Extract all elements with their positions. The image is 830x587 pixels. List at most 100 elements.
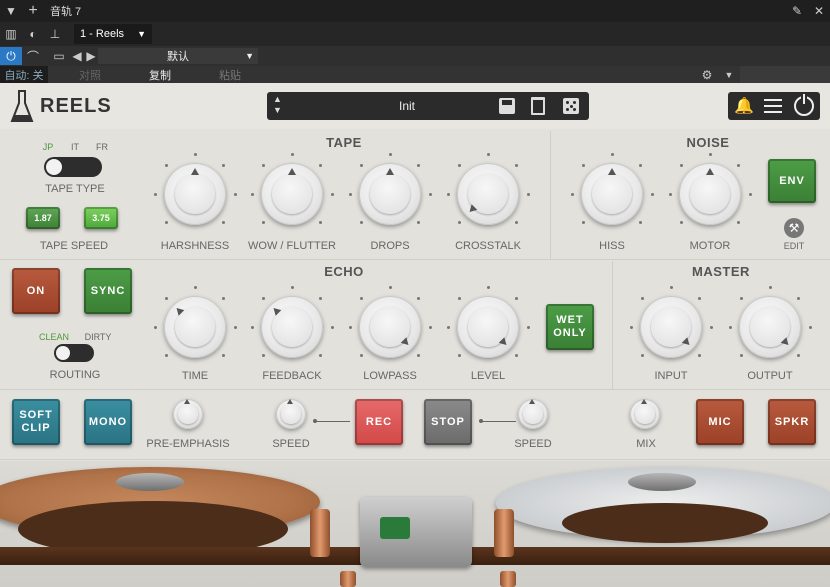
mix-knob[interactable] [630,399,660,429]
section-title-master: MASTER [692,264,750,279]
knob-pointer [706,167,714,175]
knob-pointer [641,399,647,405]
preset-slot-select[interactable]: 1 - Reels ▼ [74,24,152,44]
wrench-icon[interactable]: ⚒ [784,218,804,238]
knob-scale-dot [193,152,197,156]
time-knob[interactable] [164,296,226,358]
switch-thumb [46,159,62,175]
rec-button[interactable]: REC [355,399,403,445]
tape-speed-label: TAPE SPEED [39,240,109,252]
preset-default-label: 默认 [167,51,189,63]
chevron-down-icon[interactable]: ▼ [718,66,740,84]
monitor-icon[interactable]: ⌒ [22,47,44,65]
mic-button[interactable]: MIC [696,399,744,445]
knob-scale-dot [708,152,712,156]
soft-clip-button[interactable]: SOFT CLIP [12,399,60,445]
transport-dot [479,419,483,423]
routing-option-clean[interactable]: CLEAN [32,332,76,342]
routing-icon[interactable]: ⊥ [44,25,66,43]
stop-button[interactable]: STOP [424,399,472,445]
bell-icon[interactable]: 🔔 [734,96,754,116]
knob-scale-dot [446,325,450,329]
harshness-knob[interactable] [164,163,226,225]
mono-button[interactable]: MONO [84,399,132,445]
auto-button[interactable]: 自动: 关 [0,66,48,83]
compare-button[interactable]: 对照 [48,66,132,83]
preset-up-down-icon[interactable]: ▲ ▼ [273,94,282,116]
pre-emphasis-knob[interactable] [173,399,203,429]
bars-icon[interactable]: ▥ [0,25,22,43]
chevron-down-icon: ▼ [137,29,146,39]
input-knob[interactable] [640,296,702,358]
menu-down-icon[interactable]: ▼ [0,2,22,20]
plugin-name: REELS [40,95,112,117]
track-title: 音轨 7 [50,6,82,18]
speed-label: SPEED [514,438,552,450]
hiss-knob[interactable] [581,163,643,225]
knob-scale-dot [388,152,392,156]
close-icon[interactable]: ✕ [808,2,830,20]
plugin-header: REELS ▲ ▼ Init 🔔 [0,83,830,129]
output-knob[interactable] [739,296,801,358]
tape-type-option-it[interactable]: IT [65,142,85,152]
speed-knob[interactable] [276,399,306,429]
power-knob-icon[interactable]: ◐ [22,25,44,43]
knob-scale-dot [221,220,225,224]
knob-scale-dot [262,220,266,224]
drops-knob[interactable] [359,163,421,225]
routing-option-dirty[interactable]: DIRTY [78,332,118,342]
routing-switch[interactable] [54,344,94,362]
tape-head-chip [380,517,410,539]
hamburger-menu-icon[interactable] [764,99,782,113]
save-icon[interactable] [499,98,515,114]
host-toolbar: ▼ + 音轨 7 ✎ ✕ ▥ ◐ ⊥ 1 - Reels ▼ ⏻ ⌒ ▭ ◀ ▶… [0,0,830,83]
knob-cap [175,174,215,214]
section-title-noise: NOISE [686,135,730,150]
trash-icon[interactable] [531,97,545,115]
echo-sync-button[interactable]: SYNC [84,268,132,314]
knob-scale-dot [486,285,490,289]
power-icon[interactable]: ⏻ [0,47,22,65]
paste-button[interactable]: 粘贴 [188,66,272,83]
host-spacer [740,66,830,83]
knob-scale-dot [221,164,225,168]
gear-icon[interactable]: ⚙ [696,66,718,84]
file-icon[interactable]: ▭ [48,47,70,65]
level-knob[interactable] [457,296,519,358]
dice-icon[interactable] [563,98,579,114]
feedback-knob[interactable] [261,296,323,358]
reels-plugin: REELS ▲ ▼ Init 🔔 TAPE NOISE ECHO MASTER J… [0,83,830,587]
tape-type-option-jp[interactable]: JP [38,142,58,152]
knob-scale-dot [641,297,645,301]
speed-knob[interactable] [518,399,548,429]
power-icon[interactable] [794,94,814,116]
tape-type-switch[interactable] [44,157,102,177]
tape-speed-187-button[interactable]: 1.87 [26,207,60,229]
copy-button[interactable]: 复制 [132,66,188,83]
knob-cap [178,404,198,424]
wet-only-button[interactable]: WET ONLY [546,304,594,350]
env-button[interactable]: ENV [768,159,816,203]
tape-type-option-fr[interactable]: FR [92,142,112,152]
crosstalk-knob[interactable] [457,163,519,225]
knob-scale-dot [697,297,701,301]
knob-scale-dot [796,297,800,301]
motor-knob[interactable] [679,163,741,225]
preset-name[interactable]: Init [367,99,447,113]
add-icon[interactable]: + [22,2,44,20]
pre-emphasis-label: PRE-EMPHASIS [146,438,230,450]
prev-arrow-icon[interactable]: ◀ [70,47,84,65]
next-arrow-icon[interactable]: ▶ [84,47,98,65]
host-title-bar: ▼ + 音轨 7 ✎ ✕ [0,0,830,22]
preset-default-select[interactable]: 默认 ▼ [98,48,258,64]
wow-flutter-knob[interactable] [261,163,323,225]
knob-scale-dot [348,325,352,329]
tape-speed-375-button[interactable]: 3.75 [84,207,118,229]
chevron-down-icon: ▼ [245,51,254,61]
spkr-button[interactable]: SPKR [768,399,816,445]
pin-icon[interactable]: ✎ [786,2,808,20]
knob-scale-dot [680,164,684,168]
lowpass-knob[interactable] [359,296,421,358]
knob-scale-dot [416,220,420,224]
echo-on-button[interactable]: ON [12,268,60,314]
